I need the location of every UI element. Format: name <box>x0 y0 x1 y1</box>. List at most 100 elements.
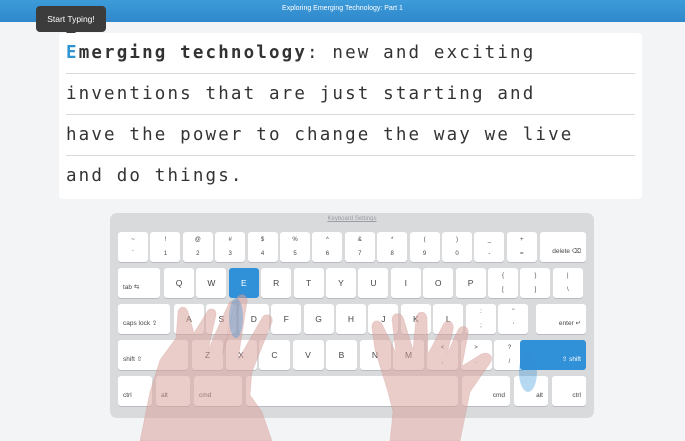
key-label: caps lock ⇪ <box>123 320 158 327</box>
key-'[interactable]: " ' <box>498 304 529 334</box>
key-;[interactable]: :; <box>466 304 496 334</box>
key-8[interactable]: * 8 <box>377 232 408 262</box>
key-label: ctrl <box>572 392 581 399</box>
key-top-label: ! <box>164 237 167 243</box>
on-screen-keyboard: Keyboard Settings ~ `! 1 @2 #3 $4% 5 ^ 6 & 7 * 8(9) 0… <box>110 213 594 418</box>
key-label: M <box>404 350 413 360</box>
space-key[interactable] <box>246 376 458 406</box>
key-label: D <box>250 314 257 324</box>
key-h[interactable]: H <box>336 304 366 334</box>
passage-line-3: have the power to change the way we live <box>66 115 635 156</box>
key-p[interactable]: P <box>455 268 486 298</box>
key-6[interactable]: ^ 6 <box>312 232 343 262</box>
tab-key[interactable]: tab ⇆ <box>118 268 160 298</box>
key-c[interactable]: C <box>259 340 290 370</box>
shift-right-key[interactable]: ⇧ shift <box>520 340 586 370</box>
key-b[interactable]: B <box>326 340 357 370</box>
enter-key[interactable]: enter ↵ <box>536 304 586 334</box>
key-5[interactable]: % 5 <box>280 232 310 262</box>
key-label: X <box>238 350 244 360</box>
key-y[interactable]: Y <box>326 268 356 298</box>
cmd-left-key[interactable]: cmd <box>194 376 242 406</box>
key-label: alt <box>536 392 543 399</box>
key-label: F <box>283 314 289 324</box>
typing-passage[interactable]: Emerging technology: new and exciting in… <box>59 33 642 199</box>
key-bottom-label: . <box>475 359 477 365</box>
key-label: enter ↵ <box>558 320 581 327</box>
key-bottom-label: - <box>488 251 491 257</box>
key-label: ⇧ shift <box>561 356 581 363</box>
caps-lock-key[interactable]: caps lock ⇪ <box>118 304 170 334</box>
key-7[interactable]: & 7 <box>344 232 375 262</box>
key-label: J <box>381 314 386 324</box>
key-top-label: % <box>292 237 298 243</box>
key-label: S <box>218 314 225 324</box>
key-top-label: | <box>567 273 569 279</box>
key-q[interactable]: Q <box>164 268 194 298</box>
key-m[interactable]: M <box>393 340 424 370</box>
key-top-label: @ <box>194 237 201 243</box>
key-u[interactable]: U <box>358 268 389 298</box>
key-`[interactable]: ~ ` <box>118 232 148 262</box>
passage-line-1: Emerging technology: new and exciting <box>66 33 635 74</box>
key-t[interactable]: T <box>293 268 324 298</box>
key-r[interactable]: R <box>261 268 292 298</box>
key-][interactable]: }] <box>520 268 551 298</box>
key-e[interactable]: E <box>228 268 259 298</box>
key-[[interactable]: {[ <box>488 268 518 298</box>
key-label: P <box>467 278 474 288</box>
key-i[interactable]: I <box>390 268 421 298</box>
key-1[interactable]: ! 1 <box>150 232 181 262</box>
key-2[interactable]: @2 <box>182 232 213 262</box>
key-label: A <box>186 314 192 324</box>
key-,[interactable]: <, <box>427 340 458 370</box>
key-v[interactable]: V <box>292 340 324 370</box>
key-0[interactable]: ) 0 <box>442 232 472 262</box>
key-top-label: ^ <box>325 237 329 243</box>
key-label: V <box>305 350 311 360</box>
key-f[interactable]: F <box>271 304 302 334</box>
shift-left-key[interactable]: shift ⇧ <box>118 340 188 370</box>
key-label: H <box>347 314 355 324</box>
key-label: K <box>412 314 419 324</box>
key-bottom-label: [ <box>502 287 504 293</box>
key-label: tab ⇆ <box>123 284 140 291</box>
keyboard-settings-link[interactable]: Keyboard Settings <box>110 216 594 222</box>
key-4[interactable]: $4 <box>247 232 278 262</box>
key-a[interactable]: A <box>174 304 204 334</box>
key-g[interactable]: G <box>303 304 334 334</box>
key-label: U <box>370 278 377 288</box>
key-j[interactable]: J <box>368 304 399 334</box>
key-z[interactable]: Z <box>192 340 223 370</box>
ctrl-left-key[interactable]: ctrl <box>118 376 152 406</box>
key-\[interactable]: | \ <box>552 268 583 298</box>
key-9[interactable]: (9 <box>409 232 440 262</box>
key-top-label: : <box>480 309 482 315</box>
key-w[interactable]: W <box>196 268 227 298</box>
key-3[interactable]: #3 <box>215 232 246 262</box>
ctrl-right-key[interactable]: ctrl <box>552 376 586 406</box>
alt-left-key[interactable]: alt <box>156 376 190 406</box>
key-k[interactable]: K <box>400 304 431 334</box>
cursor-letter: E <box>66 43 79 63</box>
key-l[interactable]: L <box>433 304 464 334</box>
key-d[interactable]: D <box>238 304 269 334</box>
key-x[interactable]: X <box>225 340 257 370</box>
delete-key[interactable]: delete ⌫ <box>540 232 586 262</box>
key-n[interactable]: N <box>359 340 391 370</box>
key-label: O <box>434 278 442 288</box>
key-top-label: < <box>440 345 445 351</box>
key-top-label: $ <box>260 237 265 243</box>
key-label: ctrl <box>123 392 132 399</box>
key--[interactable]: _ - <box>474 232 505 262</box>
key-top-label: ~ <box>131 237 135 243</box>
alt-right-key[interactable]: alt <box>514 376 548 406</box>
start-typing-tooltip: Start Typing! <box>36 6 106 37</box>
key-label: Q <box>175 278 183 288</box>
key-.[interactable]: >. <box>460 340 492 370</box>
key-s[interactable]: S <box>206 304 237 334</box>
cmd-right-key[interactable]: cmd <box>462 376 510 406</box>
key-label: alt <box>161 392 168 399</box>
key-o[interactable]: O <box>423 268 454 298</box>
key-=[interactable]: + = <box>506 232 537 262</box>
